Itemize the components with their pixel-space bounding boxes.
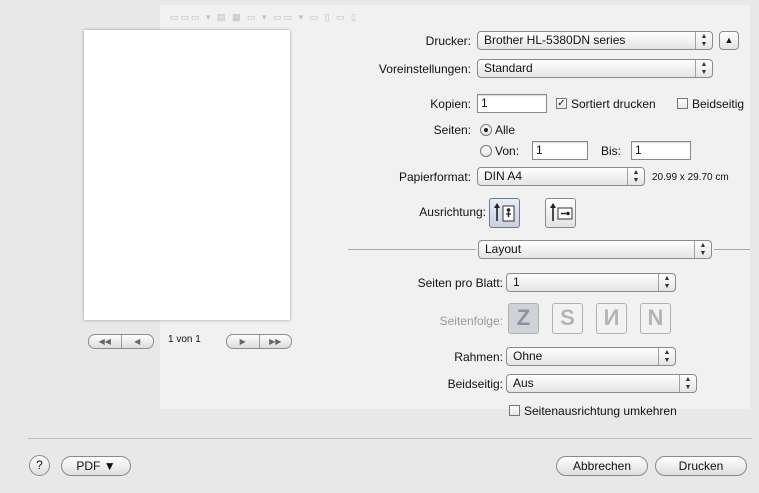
updown-arrows-icon: ▲ ▼: [658, 274, 675, 291]
pages-to-label: Bis:: [601, 144, 622, 158]
border-popup[interactable]: Ohne ▲ ▼: [506, 347, 676, 366]
pages-per-sheet-label: Seiten pro Blatt:: [417, 276, 503, 290]
background-toolbar: ▭▭▭ ▾ ▤ ▦ ▭ ▾ ▭▭ ▾ ▭ ▯ ▭ ▯: [170, 12, 358, 22]
updown-arrows-icon: ▲ ▼: [694, 241, 711, 258]
collate-checkbox[interactable]: ✓: [556, 98, 567, 109]
printer-value: Brother HL-5380DN series: [484, 33, 626, 47]
two-sided-label: Beidseitig:: [447, 377, 503, 391]
reverse-z-order-icon[interactable]: S: [552, 303, 583, 334]
preview-forward-buttons[interactable]: ▶ ▶▶: [226, 334, 292, 349]
cancel-button[interactable]: Abbrechen: [556, 456, 648, 476]
duplex-checkbox[interactable]: [677, 98, 688, 109]
pages-label: Seiten:: [433, 123, 471, 137]
copies-label: Kopien:: [430, 97, 471, 111]
reverse-n-order-icon[interactable]: N: [640, 303, 671, 334]
panel-popup[interactable]: Layout ▲ ▼: [478, 240, 712, 259]
reverse-orientation-label: Seitenausrichtung umkehren: [524, 404, 677, 418]
border-value: Ohne: [513, 349, 543, 363]
printer-popup[interactable]: Brother HL-5380DN series ▲ ▼: [477, 31, 713, 50]
pages-all-radio[interactable]: [480, 124, 492, 136]
layout-direction-label: Seitenfolge:: [439, 314, 503, 328]
panel-separator-left: [348, 249, 476, 250]
border-label: Rahmen:: [454, 350, 503, 364]
two-sided-value: Aus: [513, 376, 534, 390]
collate-label: Sortiert drucken: [571, 97, 656, 111]
pdf-menu-button[interactable]: PDF ▼: [61, 456, 131, 476]
pages-range-radio[interactable]: [480, 145, 492, 157]
previous-page-icon[interactable]: ◀: [120, 335, 154, 348]
page-preview: [84, 30, 290, 320]
next-page-icon[interactable]: ▶: [227, 335, 259, 348]
presets-label: Voreinstellungen:: [378, 62, 471, 76]
pages-to-input[interactable]: 1: [631, 141, 691, 160]
duplex-label: Beidseitig: [692, 97, 745, 111]
pages-from-input[interactable]: 1: [532, 141, 588, 160]
panel-value: Layout: [485, 242, 522, 256]
bottom-separator: [28, 438, 752, 439]
updown-arrows-icon: ▲ ▼: [679, 375, 696, 392]
help-button[interactable]: ?: [29, 455, 50, 476]
paper-size-label: Papierformat:: [398, 170, 471, 184]
disclosure-triangle-icon[interactable]: ▲: [719, 31, 739, 50]
print-button[interactable]: Drucken: [655, 456, 747, 476]
updown-arrows-icon: ▲ ▼: [695, 32, 712, 49]
portrait-orientation-button[interactable]: [489, 198, 520, 228]
last-page-icon[interactable]: ▶▶: [258, 335, 292, 348]
two-sided-popup[interactable]: Aus ▲ ▼: [506, 374, 697, 393]
pages-all-label: Alle: [495, 123, 516, 137]
portrait-icon: [494, 203, 515, 222]
n-order-icon[interactable]: И: [596, 303, 627, 334]
presets-popup[interactable]: Standard ▲ ▼: [477, 59, 713, 78]
panel-separator-right: [714, 249, 750, 250]
preview-page-indicator: 1 von 1: [168, 334, 201, 345]
copies-input[interactable]: 1: [477, 94, 547, 113]
paper-dimensions: 20.99 x 29.70 cm: [652, 172, 729, 183]
orientation-label: Ausrichtung:: [419, 205, 486, 219]
first-page-icon[interactable]: ◀◀: [89, 335, 121, 348]
printer-label: Drucker:: [425, 34, 471, 48]
z-order-icon[interactable]: Z: [508, 303, 539, 334]
updown-arrows-icon: ▲ ▼: [658, 348, 675, 365]
reverse-orientation-checkbox[interactable]: [509, 405, 520, 416]
updown-arrows-icon: ▲ ▼: [695, 60, 712, 77]
preview-back-buttons[interactable]: ◀◀ ◀: [88, 334, 154, 349]
landscape-orientation-button[interactable]: [545, 198, 576, 228]
pages-per-sheet-popup[interactable]: 1 ▲ ▼: [506, 273, 676, 292]
presets-value: Standard: [484, 61, 533, 75]
updown-arrows-icon: ▲ ▼: [627, 168, 644, 185]
pages-per-sheet-value: 1: [513, 275, 520, 289]
paper-size-popup[interactable]: DIN A4 ▲ ▼: [477, 167, 645, 186]
landscape-icon: [550, 203, 573, 221]
pages-from-label: Von:: [495, 144, 520, 158]
paper-size-value: DIN A4: [484, 169, 523, 183]
